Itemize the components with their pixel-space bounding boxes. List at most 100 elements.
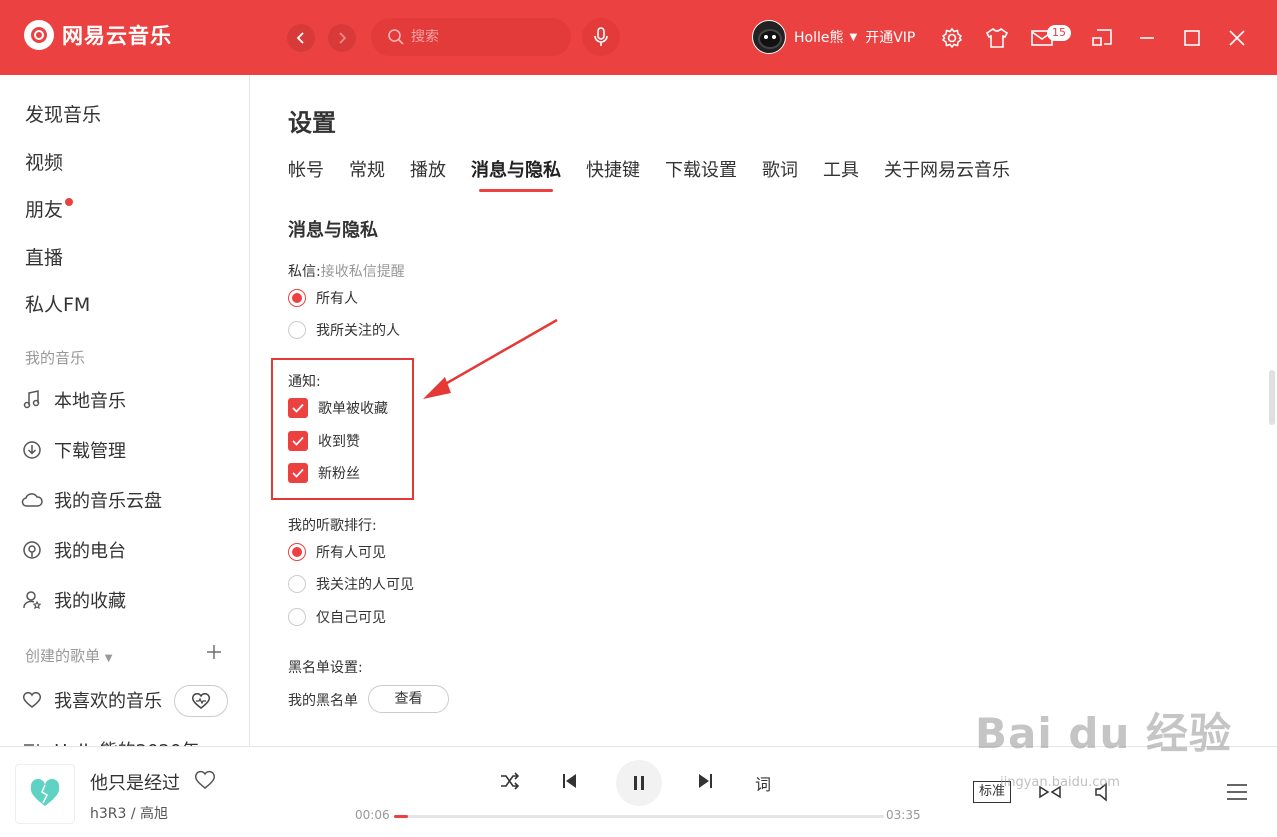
total-time: 03:35 (886, 808, 921, 822)
sidebar-item-discover[interactable]: 发现音乐 (25, 100, 101, 127)
heart-icon (194, 770, 216, 789)
watermark-url: jingyan.baidu.com (1000, 775, 1120, 790)
option-label: 所有人可见 (316, 545, 386, 561)
voice-search-button[interactable] (582, 18, 620, 56)
back-button[interactable] (287, 24, 315, 52)
radio-button[interactable] (288, 321, 306, 339)
heartbeat-mode-button[interactable] (174, 685, 228, 717)
previous-icon (563, 774, 576, 788)
playlist-button[interactable] (1226, 782, 1248, 802)
sidebar-item-local-music[interactable]: 本地音乐 (20, 387, 126, 413)
app-logo[interactable]: 网易云音乐 (24, 20, 172, 50)
chevron-down-icon[interactable]: ▼ (850, 32, 858, 43)
progress-bar[interactable] (394, 815, 884, 818)
previous-button[interactable] (561, 772, 577, 790)
sidebar-item-liked-songs[interactable]: 我喜欢的音乐 (20, 687, 162, 713)
option-label: 我所关注的人 (316, 323, 400, 339)
avatar[interactable] (752, 20, 786, 54)
radio-ranking-self[interactable]: 仅自己可见 (288, 607, 386, 627)
settings-panel: 设置 帐号 常规 播放 消息与隐私 快捷键 下载设置 歌词 工具 关于网易云音乐… (251, 75, 1268, 746)
user-menu[interactable]: Holle熊 ▼ 开通VIP (752, 20, 915, 54)
shuffle-button[interactable] (499, 771, 521, 791)
sidebar-item-collection[interactable]: 我的收藏 (20, 587, 126, 613)
tab-account[interactable]: 帐号 (288, 156, 324, 182)
like-song-button[interactable] (193, 769, 217, 795)
annotation-highlight-box (271, 358, 414, 500)
created-playlists-label: 创建的歌单 (25, 647, 101, 665)
username[interactable]: Holle熊 (794, 27, 844, 47)
private-message-label: 私信:接收私信提醒 (288, 261, 405, 281)
skin-button[interactable] (985, 26, 1009, 50)
tab-about[interactable]: 关于网易云音乐 (884, 156, 1010, 182)
song-title[interactable]: 他只是经过 (90, 769, 180, 795)
search-input[interactable] (411, 29, 561, 45)
lyrics-button[interactable]: 词 (755, 771, 771, 795)
tab-privacy[interactable]: 消息与隐私 (471, 156, 561, 192)
next-icon (699, 774, 712, 788)
vip-link[interactable]: 开通VIP (865, 27, 915, 47)
forward-button[interactable] (328, 24, 356, 52)
search-box[interactable] (371, 18, 571, 56)
tab-lyrics[interactable]: 歌词 (762, 156, 798, 182)
sidebar-item-live[interactable]: 直播 (25, 243, 63, 270)
tab-shortcuts[interactable]: 快捷键 (586, 156, 640, 182)
sidebar-item-label: 我的音乐云盘 (54, 491, 162, 512)
close-button[interactable] (1225, 26, 1249, 50)
progress-fill (394, 815, 408, 818)
pause-button[interactable] (616, 760, 662, 806)
tab-download-settings[interactable]: 下载设置 (665, 156, 737, 182)
radio-ranking-following[interactable]: 我关注的人可见 (288, 574, 414, 594)
album-cover[interactable] (15, 764, 75, 824)
radio-button[interactable] (288, 608, 306, 626)
sidebar-item-video[interactable]: 视频 (25, 148, 63, 175)
sidebar-item-downloads[interactable]: 下载管理 (20, 437, 126, 463)
created-playlists-heading[interactable]: 创建的歌单 ▼ (25, 645, 113, 666)
radio-pm-everyone[interactable]: 所有人 (288, 288, 358, 308)
artist-name[interactable]: h3R3 / 高旭 (90, 803, 168, 823)
page-title: 设置 (288, 109, 336, 137)
add-playlist-button[interactable] (206, 641, 222, 666)
back-icon (296, 32, 304, 44)
netease-logo-icon (24, 20, 54, 50)
caret-down-icon: ▼ (104, 653, 113, 664)
cloud-icon (20, 488, 44, 512)
minimize-button[interactable] (1135, 26, 1159, 50)
radio-button[interactable] (288, 575, 306, 593)
maximize-icon (1184, 30, 1200, 46)
sidebar-item-label: 我的收藏 (54, 591, 126, 612)
notification-dot (65, 198, 74, 206)
mini-mode-button[interactable] (1090, 26, 1114, 50)
sidebar-item-friends[interactable]: 朋友 (25, 195, 74, 222)
radio-pm-following[interactable]: 我所关注的人 (288, 320, 400, 340)
radio-button[interactable] (288, 543, 306, 561)
sidebar-item-label: 我的电台 (54, 541, 126, 562)
blacklist-item-label: 我的黑名单 (288, 693, 358, 709)
sidebar-item-label: Holle熊的2020年 (54, 737, 199, 746)
option-label: 所有人 (316, 291, 358, 307)
maximize-button[interactable] (1180, 26, 1204, 50)
scrollbar[interactable] (1269, 370, 1275, 425)
mini-mode-icon (1092, 29, 1112, 46)
radio-button[interactable] (288, 289, 306, 307)
sidebar-item-label: 我喜欢的音乐 (54, 691, 162, 712)
current-time: 00:06 (355, 808, 390, 822)
sidebar-item-radio[interactable]: 我的电台 (20, 537, 126, 563)
sidebar-item-cloud[interactable]: 我的音乐云盘 (20, 487, 162, 513)
option-label: 我关注的人可见 (316, 577, 414, 593)
microphone-icon (594, 27, 608, 46)
mail-count-badge: 15 (1047, 25, 1071, 41)
tab-tools[interactable]: 工具 (823, 156, 859, 182)
annotation-arrow-icon (423, 318, 558, 399)
radio-ranking-everyone[interactable]: 所有人可见 (288, 542, 386, 562)
broken-heart-icon (30, 778, 60, 806)
app-window: 网易云音乐 Holle熊 ▼ 开通VIP 15 (0, 0, 1277, 837)
section-title: 消息与隐私 (288, 220, 378, 241)
next-button[interactable] (698, 772, 714, 790)
settings-button[interactable] (940, 26, 964, 50)
pause-icon (634, 776, 644, 790)
view-blacklist-button[interactable]: 查看 (368, 685, 449, 713)
sidebar-item-playlist[interactable]: Holle熊的2020年 (20, 737, 199, 746)
tab-playback[interactable]: 播放 (410, 156, 446, 182)
tab-general[interactable]: 常规 (349, 156, 385, 182)
sidebar-item-fm[interactable]: 私人FM (25, 290, 90, 317)
